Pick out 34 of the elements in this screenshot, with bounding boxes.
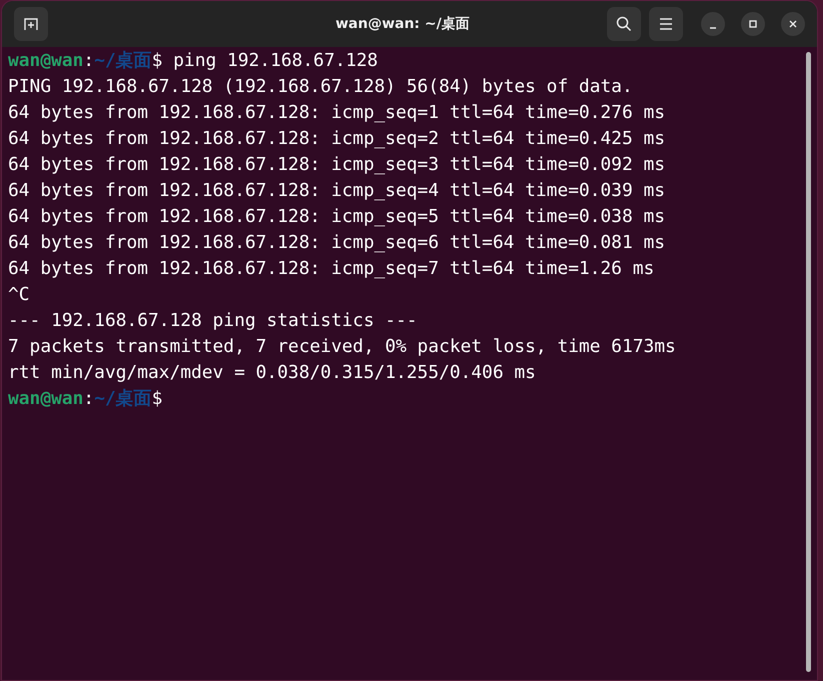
- prompt-text: ~/桌面: [94, 48, 152, 73]
- menu-icon: [659, 18, 673, 30]
- output-line: 64 bytes from 192.168.67.128: icmp_seq=6 ttl=64 time=0.081 ms: [8, 230, 666, 255]
- search-icon: [616, 16, 632, 32]
- output-line: 64 bytes from 192.168.67.128: icmp_seq=3 ttl=64 time=0.092 ms: [8, 152, 666, 177]
- prompt-text: :: [83, 386, 94, 411]
- close-button[interactable]: [781, 12, 805, 36]
- output-line: 64 bytes from 192.168.67.128: icmp_seq=7 ttl=64 time=1.26 ms: [8, 256, 654, 281]
- output-line: 64 bytes from 192.168.67.128: icmp_seq=4 ttl=64 time=0.039 ms: [8, 178, 666, 203]
- minimize-button[interactable]: [701, 12, 725, 36]
- prompt-text: :: [83, 48, 94, 73]
- output-line: 64 bytes from 192.168.67.128: icmp_seq=2 ttl=64 time=0.425 ms: [8, 126, 666, 151]
- new-tab-button[interactable]: [14, 7, 48, 41]
- maximize-icon: [748, 19, 758, 29]
- output-line: 64 bytes from 192.168.67.128: icmp_seq=1 ttl=64 time=0.276 ms: [8, 100, 666, 125]
- prompt-text: wan@wan: [8, 386, 84, 411]
- search-button[interactable]: [607, 7, 641, 41]
- output-line: PING 192.168.67.128 (192.168.67.128) 56(84) bytes of data.: [8, 74, 633, 99]
- output-line: 64 bytes from 192.168.67.128: icmp_seq=5 ttl=64 time=0.038 ms: [8, 204, 666, 229]
- prompt-text: wan@wan: [8, 48, 84, 73]
- prompt-text: $ ping 192.168.67.128: [152, 48, 378, 73]
- minimize-icon: [709, 26, 717, 28]
- output-line: ^C: [8, 282, 30, 307]
- prompt-text: ~/桌面: [94, 386, 152, 411]
- window-title: wan@wan: ~/桌面: [335, 14, 470, 34]
- maximize-button[interactable]: [741, 12, 765, 36]
- menu-button[interactable]: [649, 7, 683, 41]
- prompt-text: $: [152, 386, 163, 411]
- output-line: rtt min/avg/max/mdev = 0.038/0.315/1.255/0.406 ms: [8, 360, 536, 385]
- output-line: 7 packets transmitted, 7 received, 0% packet loss, time 6173ms: [8, 334, 676, 359]
- output-line: --- 192.168.67.128 ping statistics ---: [8, 308, 418, 333]
- scrollbar[interactable]: [806, 52, 811, 672]
- close-icon: [788, 19, 798, 29]
- new-tab-icon: [23, 16, 39, 32]
